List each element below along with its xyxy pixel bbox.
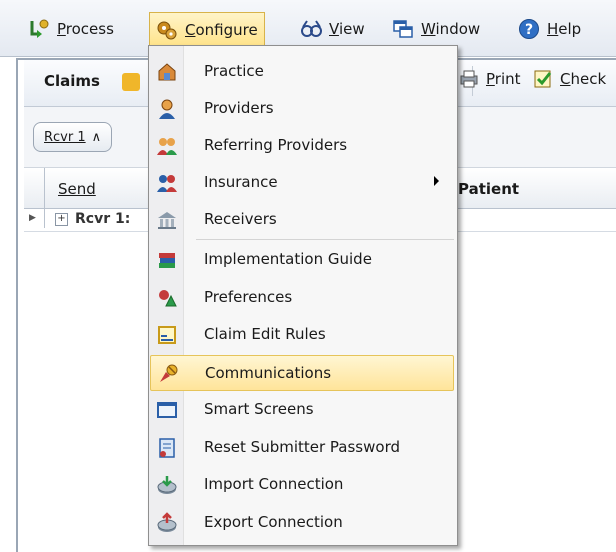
sort-ascending-icon: ∧ [91,129,102,145]
menu-item-preferences[interactable]: Preferences [150,280,454,316]
reset-password-icon [156,437,178,459]
claims-tab-label[interactable]: Claims [44,72,100,90]
menu-item-smart-screens[interactable]: Smart Screens [150,392,454,428]
menu-window[interactable]: Window [386,12,486,46]
print-icon [458,68,480,90]
check-button[interactable]: Check [532,68,606,90]
menu-window-label: Window [421,20,481,38]
menu-help[interactable]: ? Help [512,12,587,46]
print-button[interactable]: Print [458,68,521,90]
referring-providers-icon [156,135,178,157]
column-header-patient[interactable]: Patient [458,180,519,198]
menu-item-referring-providers[interactable]: Referring Providers [150,128,454,164]
menu-item-providers-label: Providers [204,99,274,117]
menu-item-export-connection-label: Export Connection [204,513,343,531]
window-icon [392,18,414,40]
print-label: Print [486,70,521,88]
export-connection-icon [156,512,178,534]
menu-item-implementation-guide[interactable]: Implementation Guide [150,242,454,278]
menu-item-communications-label: Communications [205,364,332,382]
practice-icon [156,61,178,83]
menu-item-claim-edit-rules[interactable]: Claim Edit Rules [150,317,454,353]
menu-configure-label: Configure [185,20,258,39]
group-row-label: Rcvr 1: [75,211,131,227]
column-header-send[interactable]: Send [58,180,96,198]
receivers-icon [156,209,178,231]
svg-text:?: ? [525,22,533,38]
view-icon [300,18,322,40]
communications-icon [157,363,179,385]
menu-separator [196,239,454,240]
menu-item-receivers[interactable]: Receivers [150,202,454,238]
menu-view-label: View [329,20,365,38]
menu-view[interactable]: View [294,12,371,46]
menu-process[interactable]: Process [22,12,120,46]
menu-item-implementation-guide-label: Implementation Guide [204,250,372,268]
insurance-icon [156,172,178,194]
menu-item-import-connection[interactable]: Import Connection [150,467,454,503]
menu-item-reset-submitter-password[interactable]: Reset Submitter Password [150,430,454,466]
group-chip-rcvr[interactable]: Rcvr 1 ∧ [33,122,113,152]
menu-item-import-connection-label: Import Connection [204,475,344,493]
row-pointer-icon: ▶ [29,213,36,223]
claims-tab-icon [122,73,140,91]
menu-item-communications[interactable]: Communications [150,355,454,391]
menu-item-referring-providers-label: Referring Providers [204,136,348,154]
menu-item-insurance-label: Insurance [204,173,278,191]
menu-item-preferences-label: Preferences [204,288,293,306]
check-icon [532,68,554,90]
menu-item-practice[interactable]: Practice [150,54,454,90]
menu-item-practice-label: Practice [204,62,264,80]
menu-item-receivers-label: Receivers [204,210,277,228]
configure-icon [156,19,178,41]
menu-item-insurance[interactable]: Insurance [150,165,454,201]
providers-icon [156,98,178,120]
menu-item-claim-edit-rules-label: Claim Edit Rules [204,325,326,343]
menu-configure[interactable]: Configure [149,12,265,46]
expand-row-icon[interactable]: + [55,213,68,226]
implementation-guide-icon [156,249,178,271]
menu-item-smart-screens-label: Smart Screens [204,400,314,418]
check-label: Check [560,70,607,88]
menu-item-reset-submitter-password-label: Reset Submitter Password [204,438,400,456]
preferences-icon [156,287,178,309]
import-connection-icon [156,474,178,496]
menu-process-label: Process [57,20,114,38]
process-icon [28,18,50,40]
submenu-arrow-icon [434,176,439,186]
help-icon: ? [518,18,540,40]
menu-item-providers[interactable]: Providers [150,91,454,127]
group-chip-label: Rcvr 1 [44,129,86,145]
menu-help-label: Help [547,20,582,38]
menu-item-export-connection[interactable]: Export Connection [150,505,454,541]
claim-edit-rules-icon [156,324,178,346]
smart-screens-icon [156,399,178,421]
